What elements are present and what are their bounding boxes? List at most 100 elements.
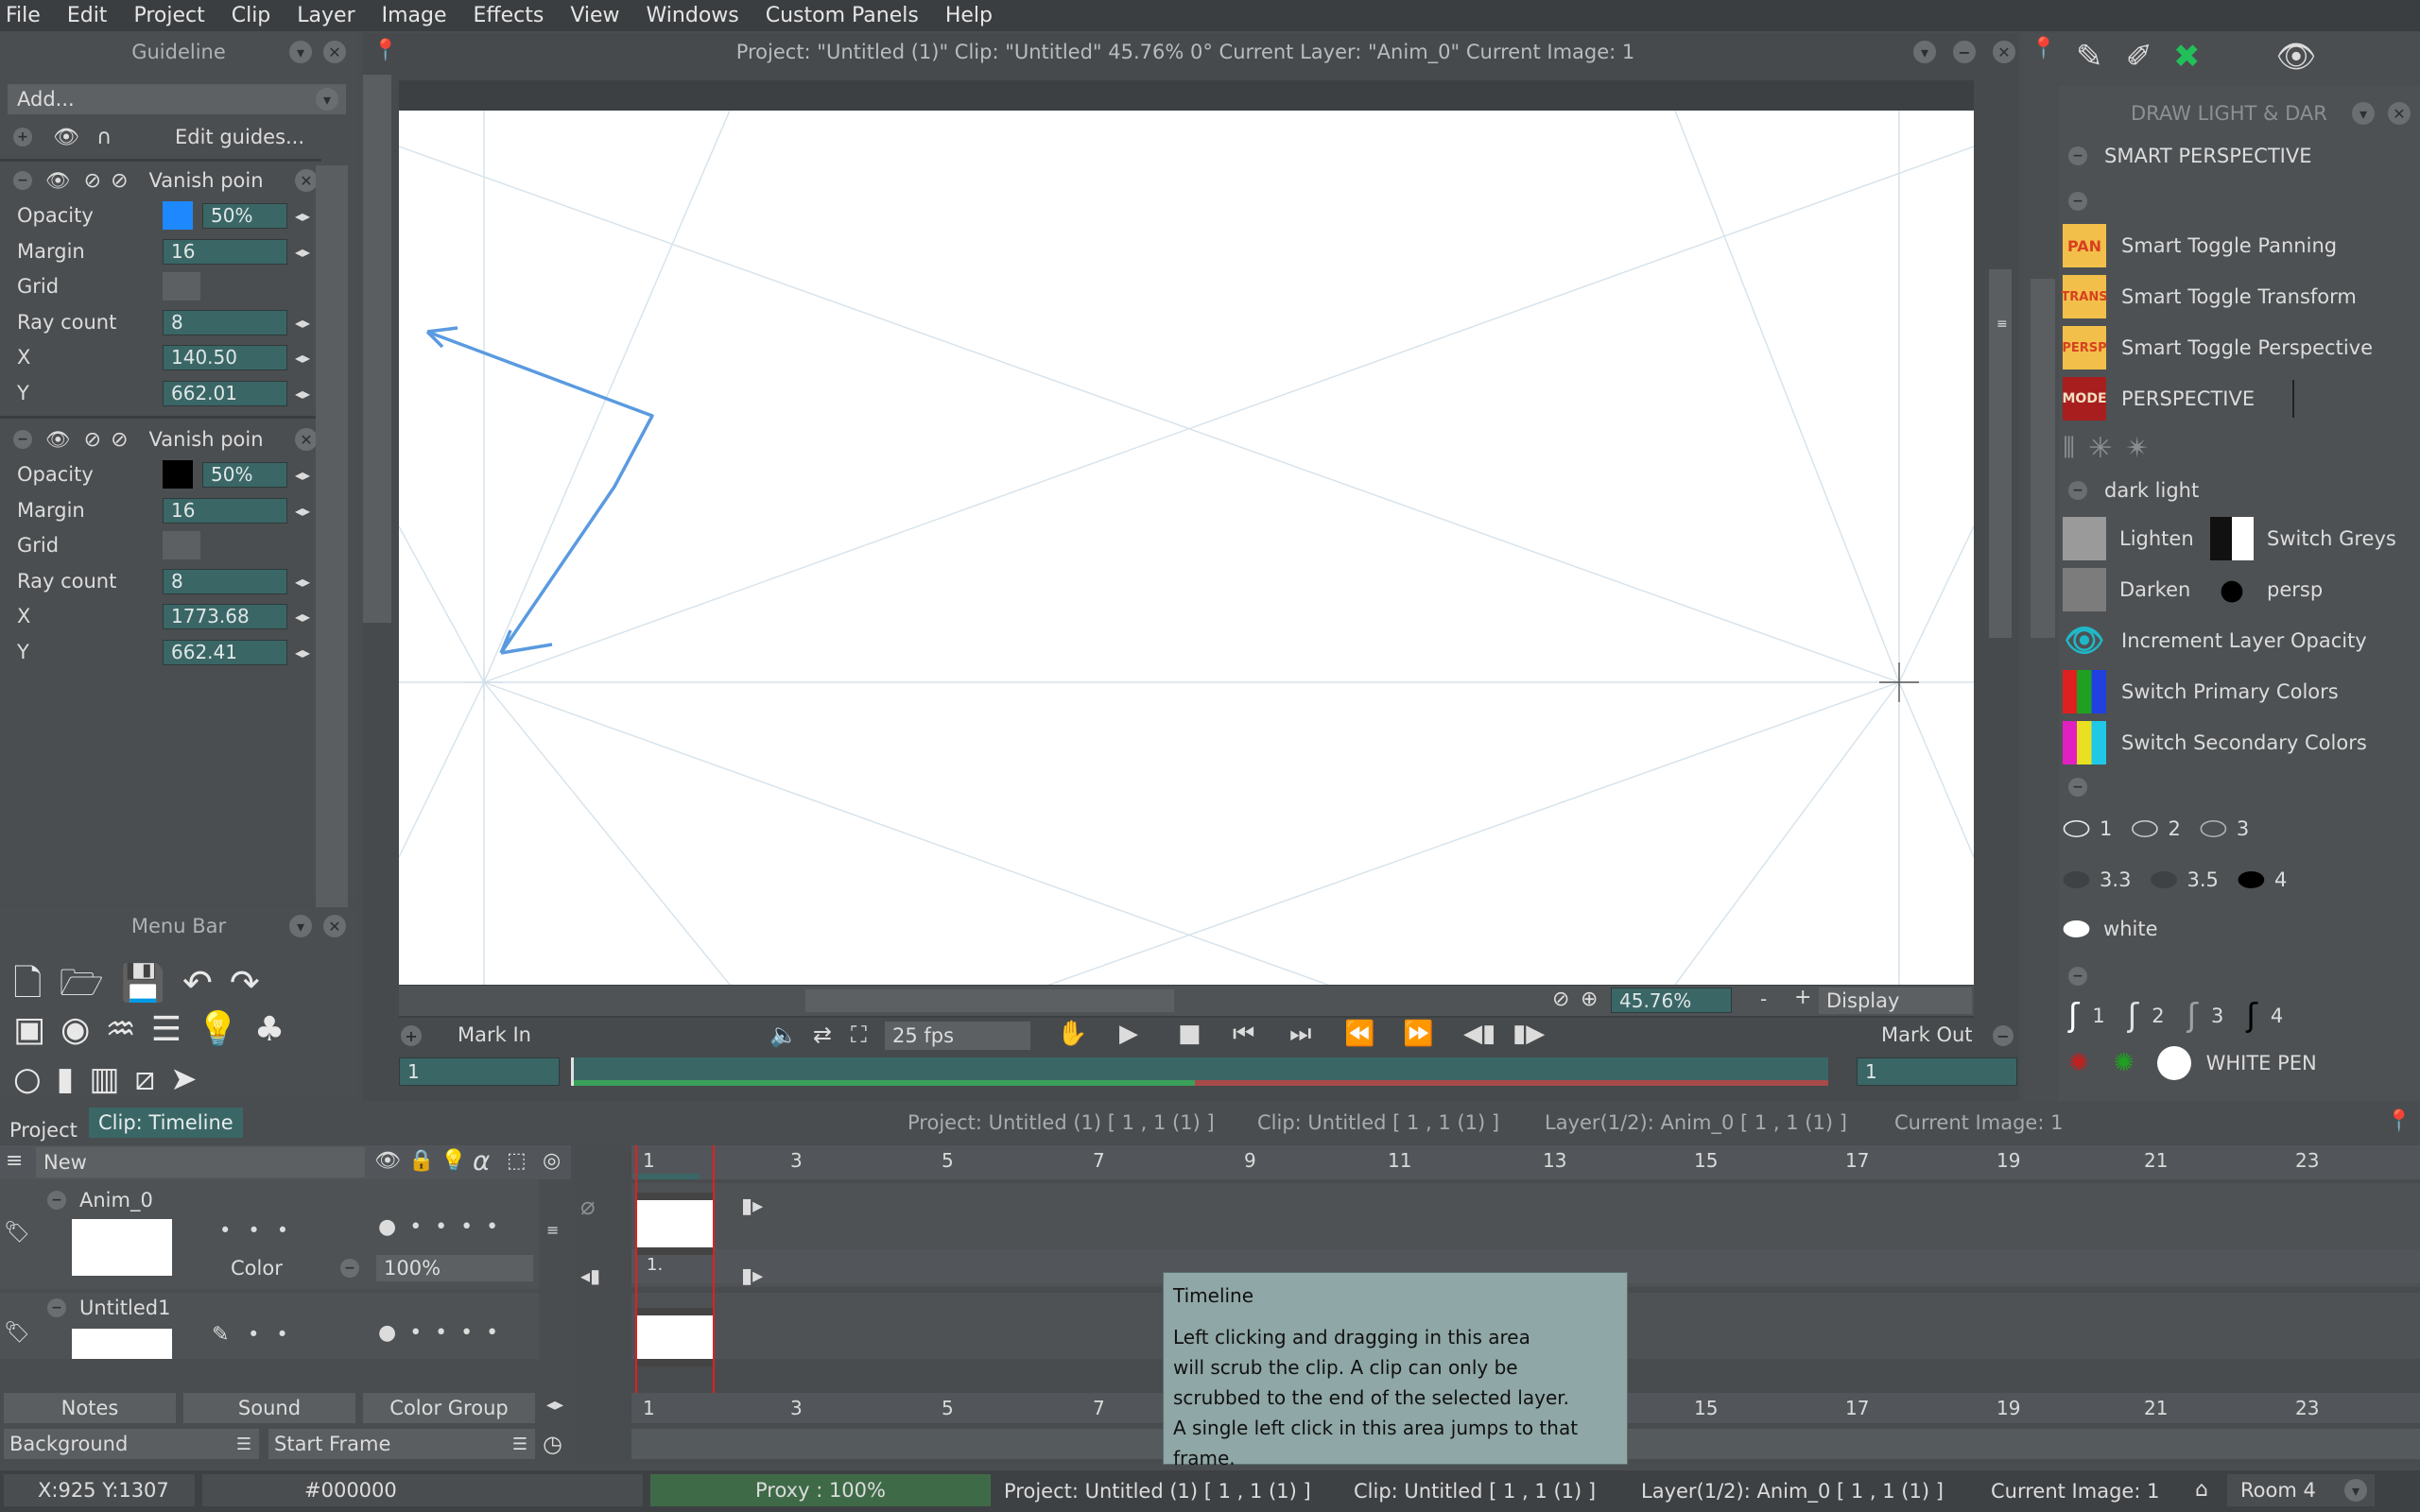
extend-icon[interactable]: ▮▸ (741, 1264, 763, 1288)
layer-untitled1[interactable]: 🏷 − Untitled1 ✎ •• ●•••• (0, 1293, 571, 1359)
lock-icon[interactable]: ⊘ (84, 169, 101, 193)
left-scrollbar[interactable] (363, 75, 391, 623)
circle-icon[interactable]: ○ (13, 1060, 57, 1094)
ray-count-field[interactable]: 8 (163, 309, 287, 335)
frame-cel-2[interactable] (637, 1308, 713, 1366)
eye-icon[interactable]: 👁 (45, 169, 71, 193)
switch-secondary-colors-button[interactable]: Switch Secondary Colors (2063, 721, 2367, 765)
slider-arrows-icon[interactable]: ◂▸ (295, 243, 310, 261)
layer-list-scroll[interactable]: ≡ (539, 1179, 571, 1359)
lock-icon[interactable]: 🔒 (408, 1149, 434, 1173)
menu-edit[interactable]: Edit (67, 4, 108, 27)
tag-icon[interactable]: 🏷 (4, 1321, 30, 1345)
prev-key-icon[interactable]: ⏪ (1344, 1020, 1374, 1048)
y-field[interactable]: 662.41 (163, 639, 287, 665)
slider-arrows-icon[interactable]: ◂▸ (295, 644, 310, 662)
menu-effects[interactable]: Effects (474, 4, 544, 27)
layers-icon[interactable]: ☰ (151, 1010, 197, 1049)
eraser-icon[interactable]: ✎ (2076, 38, 2103, 76)
collapse-icon[interactable]: − (2068, 967, 2087, 986)
guide-color-swatch[interactable] (163, 201, 193, 230)
no-entry-icon[interactable]: ⌀ (580, 1193, 596, 1221)
center-icon[interactable]: ⊕ (1581, 988, 1598, 1011)
loop-icon[interactable]: ⇄ (813, 1022, 832, 1048)
darken-button[interactable]: Darken (2063, 568, 2190, 611)
menu-project[interactable]: Project (133, 4, 204, 27)
zoom-field[interactable]: 45.76% (1611, 988, 1732, 1013)
smart-toggle-transform-button[interactable]: TRANS Smart Toggle Transform (2061, 275, 2357, 318)
save-icon[interactable]: 💾 (121, 962, 182, 1004)
menu-help[interactable]: Help (945, 4, 993, 27)
plant-icon[interactable]: ♣ (254, 1010, 300, 1049)
close-icon[interactable]: ✕ (323, 41, 346, 63)
perspective-mode-button[interactable]: MODE PERSPECTIVE (2062, 377, 2295, 421)
slider-arrows-icon[interactable]: ◂▸ (295, 573, 310, 591)
home-icon[interactable]: ⌂ (2195, 1478, 2208, 1502)
add-icon[interactable]: + (13, 128, 32, 146)
zoom-out-icon[interactable]: ‑ (1760, 988, 1767, 1010)
smart-toggle-panning-button[interactable]: PAN Smart Toggle Panning (2063, 224, 2337, 267)
x-field[interactable]: 140.50 (163, 344, 287, 370)
tab-project[interactable]: Project (9, 1119, 78, 1142)
menu-custom-panels[interactable]: Custom Panels (766, 4, 919, 27)
eye-icon[interactable]: 👁 (45, 428, 71, 452)
panel-scrollbar[interactable] (316, 165, 348, 931)
playhead[interactable] (571, 1057, 574, 1086)
layer-toggles[interactable]: ●•••• (378, 1215, 511, 1239)
room-dropdown[interactable]: Room 4 ▾ (2227, 1474, 2375, 1506)
color-group-tab[interactable]: Color Group (363, 1393, 535, 1423)
speaker-icon[interactable]: 🔈 (769, 1022, 798, 1048)
next-frame-icon[interactable]: ▮▶ (1512, 1020, 1545, 1048)
collapse-icon[interactable]: − (13, 430, 32, 449)
pen-stroke-icon[interactable]: ʃ (2128, 997, 2138, 1035)
layer-toggles[interactable]: ●•••• (378, 1321, 511, 1345)
collapse-icon[interactable]: ▾ (289, 915, 312, 937)
opacity-field[interactable]: 50% (202, 202, 287, 229)
collapse-icon[interactable]: − (47, 1298, 66, 1317)
close-icon[interactable]: ✕ (323, 915, 346, 937)
brush-preset-icon[interactable]: ⬬ (2063, 861, 2090, 899)
snap-icon[interactable]: ⊘ (111, 428, 128, 452)
eye-icon[interactable]: 👁 (374, 1149, 401, 1173)
drawing-canvas[interactable] (398, 110, 1975, 1217)
menu-clip[interactable]: Clip (232, 4, 271, 27)
y-field[interactable]: 662.01 (163, 380, 287, 406)
close-icon[interactable]: ✕ (1993, 41, 2015, 63)
sound-tab[interactable]: Sound (183, 1393, 355, 1423)
pen-stroke-icon[interactable]: ʃ (2246, 997, 2256, 1035)
mark-out-button[interactable]: Mark Out (1881, 1023, 1973, 1046)
send-icon[interactable]: ➤ (170, 1060, 213, 1094)
grid-toggle[interactable] (163, 531, 200, 559)
ray-count-field[interactable]: 8 (163, 568, 287, 594)
first-frame-icon[interactable]: ⏮ (1233, 1020, 1254, 1049)
minimize-icon[interactable]: − (1953, 41, 1976, 63)
collapse-icon[interactable]: − (13, 171, 32, 190)
menu-image[interactable]: Image (382, 4, 447, 27)
smart-toggle-perspective-button[interactable]: PERSP Smart Toggle Perspective (2062, 326, 2373, 369)
collapse-icon[interactable]: − (2068, 778, 2087, 797)
mark-in-field[interactable]: 1 (399, 1057, 560, 1086)
eye-icon[interactable]: 👁 (2276, 38, 2317, 76)
remove-icon[interactable]: ✕ (295, 428, 318, 451)
alpha-icon[interactable]: α (473, 1145, 490, 1177)
layer-opacity-field[interactable]: 100% (376, 1255, 533, 1281)
layers-icon[interactable]: ≡ (6, 1149, 23, 1173)
increment-layer-opacity-button[interactable]: 👁 Increment Layer Opacity (2063, 619, 2366, 662)
extend-icon[interactable]: ▮▸ (741, 1194, 763, 1218)
section-dark-light[interactable]: − dark light (2068, 479, 2199, 502)
menu-windows[interactable]: Windows (647, 4, 739, 27)
next-key-icon[interactable]: ⏩ (1403, 1020, 1433, 1048)
eraser-icon[interactable]: ✐ (2126, 38, 2153, 76)
section-smart-perspective[interactable]: − SMART PERSPECTIVE (2068, 145, 2312, 167)
hand-icon[interactable]: ✋ (1057, 1020, 1087, 1048)
mark-in-button[interactable]: Mark In (458, 1023, 531, 1046)
rotate-icon[interactable]: ⊘ (1552, 988, 1569, 1011)
switch-primary-colors-button[interactable]: Switch Primary Colors (2063, 670, 2339, 713)
brush-icon[interactable]: ♒ (105, 1010, 150, 1049)
menu-view[interactable]: View (570, 4, 619, 27)
prev-frame-icon[interactable]: ◀▮ (1463, 1020, 1495, 1048)
brush-icon[interactable]: ✎ (212, 1323, 229, 1347)
slider-arrows-icon[interactable]: ◂▸ (295, 466, 310, 484)
books-icon[interactable]: ▥ (89, 1060, 134, 1094)
green-splat-icon[interactable]: ✺ (2114, 1049, 2135, 1077)
